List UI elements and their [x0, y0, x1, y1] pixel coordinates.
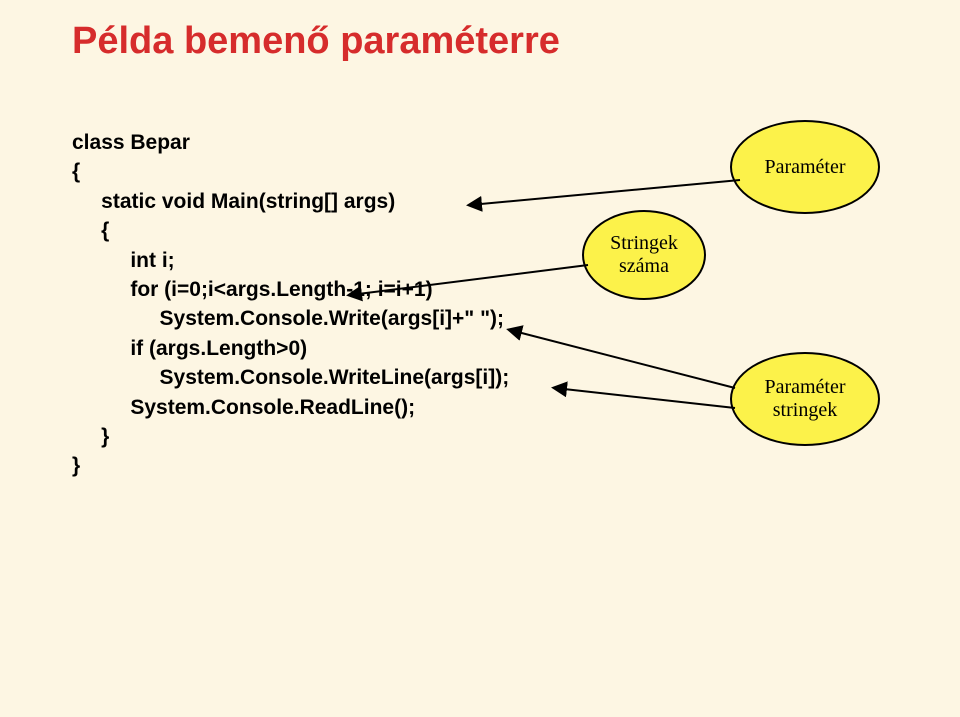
code-line: static void Main(string[] args)	[72, 190, 395, 213]
annotation-bubble-string-count: Stringek száma	[582, 210, 706, 300]
page-title: Példa bemenő paraméterre	[72, 20, 560, 63]
annotation-bubble-parameter: Paraméter	[730, 120, 880, 214]
arrow-parameter-strings-2	[555, 388, 735, 408]
code-block: class Bepar { static void Main(string[] …	[72, 128, 509, 481]
annotation-bubble-parameter-strings: Paraméter stringek	[730, 352, 880, 446]
bubble-label: Paraméter	[764, 156, 845, 179]
code-line: System.Console.Write(args[i]+" ");	[72, 307, 504, 330]
arrow-parameter-strings-1	[510, 330, 735, 388]
code-line: class Bepar	[72, 131, 190, 154]
code-line: }	[72, 425, 109, 448]
bubble-label: Stringek száma	[610, 232, 678, 278]
code-line: for (i=0;i<args.Length-1; i=i+1)	[72, 278, 433, 301]
code-line: int i;	[72, 249, 175, 272]
code-line: {	[72, 219, 109, 242]
bubble-label: Paraméter stringek	[764, 376, 845, 422]
code-line: System.Console.ReadLine();	[72, 396, 415, 419]
code-line: if (args.Length>0)	[72, 337, 307, 360]
code-line: {	[72, 160, 80, 183]
code-line: }	[72, 454, 80, 477]
code-line: System.Console.WriteLine(args[i]);	[72, 366, 509, 389]
arrow-parameter	[470, 180, 740, 205]
